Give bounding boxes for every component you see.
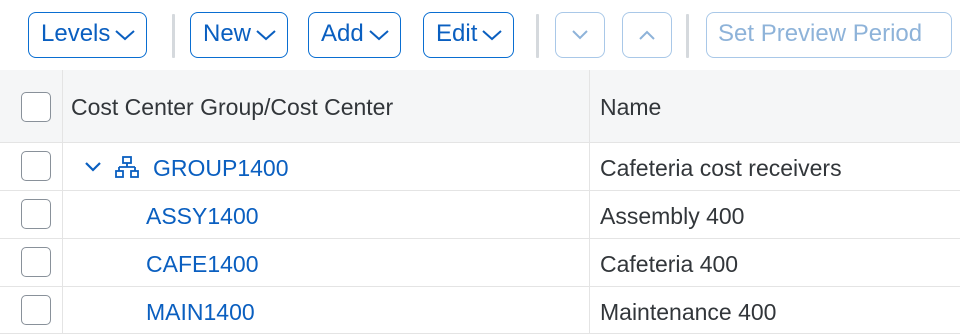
column-header-label: Cost Center Group/Cost Center bbox=[71, 94, 394, 120]
move-up-button[interactable] bbox=[622, 12, 672, 58]
row-checkbox[interactable] bbox=[21, 199, 51, 229]
row-select-cell bbox=[0, 191, 63, 238]
table-row[interactable]: ASSY1400 Assembly 400 bbox=[0, 191, 960, 239]
cost-center-link[interactable]: CAFE1400 bbox=[146, 251, 259, 278]
toolbar-separator bbox=[536, 14, 539, 58]
row-select-cell bbox=[0, 287, 63, 333]
chevron-down-icon bbox=[482, 29, 503, 40]
select-all-cell bbox=[0, 70, 63, 142]
edit-button[interactable]: Edit bbox=[423, 12, 515, 58]
cost-center-cell: CAFE1400 bbox=[63, 239, 590, 286]
set-preview-label: Set Preview Period bbox=[718, 20, 923, 47]
expand-chevron-icon[interactable] bbox=[83, 160, 103, 174]
toolbar-separator bbox=[686, 14, 689, 58]
row-checkbox[interactable] bbox=[21, 247, 51, 277]
cost-center-link[interactable]: MAIN1400 bbox=[146, 299, 255, 326]
new-label: New bbox=[203, 20, 252, 47]
table-row[interactable]: GROUP1400 Cafeteria cost receivers bbox=[0, 143, 960, 191]
table-header-row: Cost Center Group/Cost Center Name bbox=[0, 70, 960, 143]
column-header-label: Name bbox=[600, 94, 662, 120]
row-select-cell bbox=[0, 239, 63, 286]
name-cell: Maintenance 400 bbox=[590, 287, 960, 333]
cost-center-cell: MAIN1400 bbox=[63, 287, 590, 333]
name-text: Cafeteria 400 bbox=[600, 251, 739, 277]
name-cell: Cafeteria 400 bbox=[590, 239, 960, 286]
levels-label: Levels bbox=[41, 20, 111, 47]
cost-center-table: Cost Center Group/Cost Center Name GROUP… bbox=[0, 70, 960, 334]
group-cell: GROUP1400 bbox=[63, 143, 590, 190]
row-checkbox[interactable] bbox=[21, 295, 51, 325]
levels-button[interactable]: Levels bbox=[28, 12, 148, 58]
new-button[interactable]: New bbox=[190, 12, 289, 58]
move-down-button[interactable] bbox=[555, 12, 605, 58]
row-select-cell bbox=[0, 143, 63, 190]
add-button[interactable]: Add bbox=[308, 12, 401, 58]
hierarchy-icon bbox=[115, 156, 139, 178]
cost-center-cell: ASSY1400 bbox=[63, 191, 590, 238]
row-checkbox[interactable] bbox=[21, 151, 51, 181]
name-cell: Assembly 400 bbox=[590, 191, 960, 238]
name-text: Maintenance 400 bbox=[600, 299, 777, 325]
column-header-group[interactable]: Cost Center Group/Cost Center bbox=[63, 70, 590, 142]
add-label: Add bbox=[321, 20, 364, 47]
toolbar-separator bbox=[172, 14, 175, 58]
group-link[interactable]: GROUP1400 bbox=[153, 155, 289, 182]
select-all-checkbox[interactable] bbox=[21, 92, 51, 122]
table-row[interactable]: CAFE1400 Cafeteria 400 bbox=[0, 239, 960, 287]
cost-center-link[interactable]: ASSY1400 bbox=[146, 203, 259, 230]
edit-label: Edit bbox=[436, 20, 478, 47]
table-row[interactable]: MAIN1400 Maintenance 400 bbox=[0, 287, 960, 334]
column-header-name[interactable]: Name bbox=[590, 70, 960, 142]
chevron-down-icon bbox=[115, 29, 136, 40]
chevron-down-icon bbox=[256, 29, 276, 40]
set-preview-period-button[interactable]: Set Preview Period bbox=[706, 12, 952, 58]
name-text: Assembly 400 bbox=[600, 203, 745, 229]
name-text: Cafeteria cost receivers bbox=[600, 155, 842, 181]
name-cell: Cafeteria cost receivers bbox=[590, 143, 960, 190]
chevron-up-icon bbox=[639, 30, 655, 40]
toolbar: Levels New Add Edit Set Preview Period bbox=[0, 0, 960, 70]
chevron-down-icon bbox=[572, 30, 588, 40]
chevron-down-icon bbox=[369, 29, 389, 40]
